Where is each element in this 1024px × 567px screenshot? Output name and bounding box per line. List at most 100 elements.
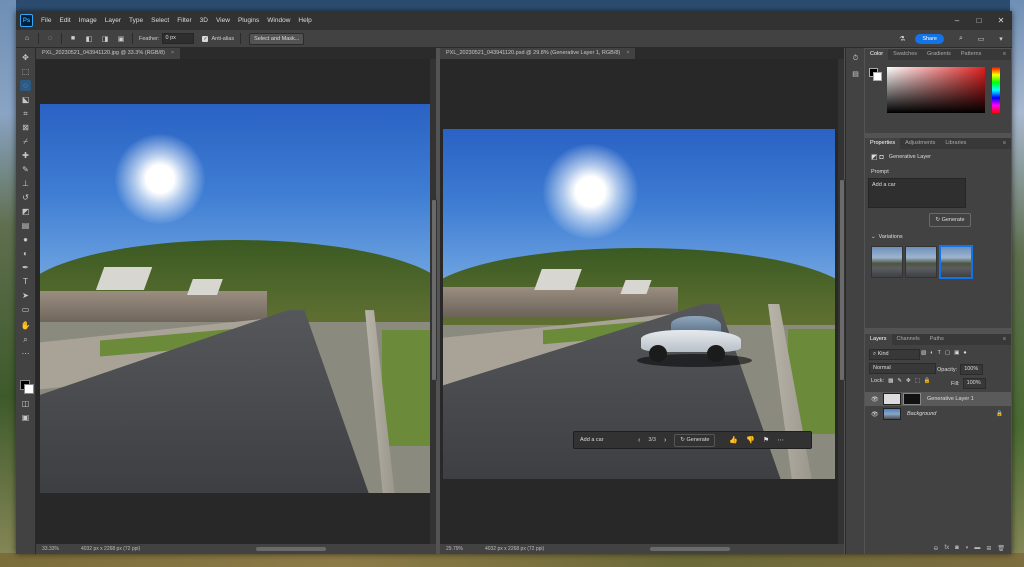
select-and-mask-button[interactable]: Select and Mask... <box>249 32 305 45</box>
visibility-eye-icon[interactable]: 👁 <box>871 411 879 418</box>
menu-edit[interactable]: Edit <box>59 17 70 24</box>
object-select-tool-icon[interactable]: ⬕ <box>20 94 31 105</box>
comments-panel-icon[interactable]: ▤ <box>851 70 860 79</box>
brush-tool-icon[interactable]: ✎ <box>20 164 31 175</box>
chevron-down-icon[interactable]: ⌄ <box>871 234 876 240</box>
fill-input[interactable]: 100% <box>962 378 986 389</box>
zoom-level[interactable]: 29.79% <box>446 544 463 554</box>
workspace-icon[interactable]: ▭ <box>976 34 986 44</box>
new-selection-icon[interactable]: ■ <box>68 34 78 44</box>
add-mask-icon[interactable]: ◙ <box>955 545 959 551</box>
flask-icon[interactable]: ⚗ <box>897 34 907 44</box>
menu-view[interactable]: View <box>216 17 230 24</box>
tab-libraries[interactable]: Libraries <box>940 138 971 149</box>
history-panel-icon[interactable]: ⏱ <box>851 54 860 63</box>
frame-tool-icon[interactable]: ⊠ <box>20 122 31 133</box>
genbar-prompt-input[interactable]: Add a car <box>580 437 628 443</box>
zoom-level[interactable]: 33.33% <box>42 544 59 554</box>
fx-icon[interactable]: fx <box>944 545 949 551</box>
chevron-down-icon[interactable]: ▾ <box>996 34 1006 44</box>
menu-file[interactable]: File <box>41 17 51 24</box>
background-color-swatch[interactable] <box>24 384 34 394</box>
history-brush-icon[interactable]: ↺ <box>20 192 31 203</box>
prompt-textarea[interactable]: Add a car <box>868 178 966 208</box>
marquee-tool-icon[interactable]: ⬚ <box>20 66 31 77</box>
color-field[interactable] <box>887 67 985 113</box>
lock-transparent-icon[interactable]: ▩ <box>888 378 893 384</box>
feather-input[interactable]: 0 px <box>162 33 195 44</box>
tab-properties[interactable]: Properties <box>865 138 901 149</box>
tab-channels[interactable]: Channels <box>892 334 925 345</box>
menu-image[interactable]: Image <box>79 17 97 24</box>
background-color-swatch[interactable] <box>873 72 882 81</box>
variation-thumbnail-3[interactable] <box>939 245 973 279</box>
lock-image-icon[interactable]: ✎ <box>897 378 902 384</box>
hue-slider[interactable] <box>992 67 1000 113</box>
panel-menu-icon[interactable]: ≡ <box>998 334 1011 345</box>
close-icon[interactable]: ✕ <box>990 11 1012 30</box>
layer-row-background[interactable]: 👁 Background 🔒 <box>865 407 1011 421</box>
gradient-tool-icon[interactable]: ▤ <box>20 220 31 231</box>
blend-mode-select[interactable]: Normal <box>869 363 936 374</box>
lock-position-icon[interactable]: ✥ <box>906 378 911 384</box>
layer-row-generative[interactable]: 👁 Generative Layer 1 <box>865 392 1011 406</box>
thumbs-down-icon[interactable]: 👎 <box>746 436 755 444</box>
flag-icon[interactable]: ⚑ <box>763 436 769 444</box>
close-tab-icon[interactable]: × <box>171 50 174 56</box>
menu-plugins[interactable]: Plugins <box>238 17 259 24</box>
eyedropper-tool-icon[interactable]: ⌿ <box>20 136 31 147</box>
previous-variation-icon[interactable]: ‹ <box>638 437 640 444</box>
lock-all-icon[interactable]: 🔒 <box>924 378 931 384</box>
subtract-selection-icon[interactable]: ◨ <box>100 34 110 44</box>
opacity-input[interactable]: 100% <box>960 364 984 375</box>
minimize-icon[interactable]: – <box>946 11 968 30</box>
filter-type-icon[interactable]: T <box>938 350 941 356</box>
delete-layer-icon[interactable]: 🗑 <box>997 545 1005 552</box>
stamp-tool-icon[interactable]: ⊥ <box>20 178 31 189</box>
tab-adjustments[interactable]: Adjustments <box>900 138 940 149</box>
vertical-scrollbar[interactable] <box>430 59 437 544</box>
panel-menu-icon[interactable]: ≡ <box>998 49 1011 60</box>
lasso-tool-icon[interactable]: ◌ <box>20 80 31 91</box>
menu-layer[interactable]: Layer <box>105 17 121 24</box>
rectangle-tool-icon[interactable]: ▭ <box>20 304 31 315</box>
screen-mode-icon[interactable]: ▣ <box>20 412 31 423</box>
thumbs-up-icon[interactable]: 👍 <box>729 436 738 444</box>
menu-3d[interactable]: 3D <box>200 17 208 24</box>
filter-shape-icon[interactable]: ▢ <box>945 350 950 356</box>
filter-smart-icon[interactable]: ▣ <box>954 350 959 356</box>
menu-help[interactable]: Help <box>298 17 311 24</box>
tab-patterns[interactable]: Patterns <box>956 49 986 60</box>
filter-pixel-icon[interactable]: ▧ <box>921 350 926 356</box>
tab-color[interactable]: Color <box>865 49 889 60</box>
move-tool-icon[interactable]: ✥ <box>20 52 31 63</box>
tab-gradients[interactable]: Gradients <box>922 49 956 60</box>
menu-select[interactable]: Select <box>151 17 169 24</box>
blur-tool-icon[interactable]: ● <box>20 234 31 245</box>
path-select-icon[interactable]: ➤ <box>20 290 31 301</box>
crop-tool-icon[interactable]: ⌗ <box>20 108 31 119</box>
more-tools-icon[interactable]: ⋯ <box>20 348 31 359</box>
visibility-eye-icon[interactable]: 👁 <box>871 396 879 403</box>
antialias-checkbox[interactable]: ✓ <box>202 35 209 42</box>
zoom-tool-icon[interactable]: ⌕ <box>20 334 31 345</box>
canvas-right[interactable] <box>440 59 844 544</box>
adjustment-layer-icon[interactable]: ◑ <box>965 545 969 551</box>
genbar-generate-button[interactable]: ↻ Generate <box>674 433 716 447</box>
new-layer-icon[interactable]: ⊞ <box>986 545 991 552</box>
intersect-selection-icon[interactable]: ▣ <box>116 34 126 44</box>
vertical-scrollbar[interactable] <box>838 59 845 544</box>
properties-generate-button[interactable]: ↻ Generate <box>929 213 971 227</box>
hand-tool-icon[interactable]: ✋ <box>20 320 31 331</box>
canvas-left[interactable] <box>36 59 436 544</box>
layer-filter-kind[interactable]: ⌕ Kind <box>869 349 920 360</box>
horizontal-scroll-thumb[interactable] <box>256 547 326 551</box>
lock-artboard-icon[interactable]: ⬚ <box>915 378 920 384</box>
share-button[interactable]: Share <box>915 33 944 44</box>
home-icon[interactable]: ⌂ <box>22 34 32 44</box>
tab-doc-right[interactable]: PXL_20230521_043941120.psd @ 29.8% (Gene… <box>440 48 637 59</box>
menu-filter[interactable]: Filter <box>177 17 191 24</box>
quick-mask-icon[interactable]: ◫ <box>20 398 31 409</box>
maximize-icon[interactable]: □ <box>968 11 990 30</box>
menu-window[interactable]: Window <box>267 17 290 24</box>
